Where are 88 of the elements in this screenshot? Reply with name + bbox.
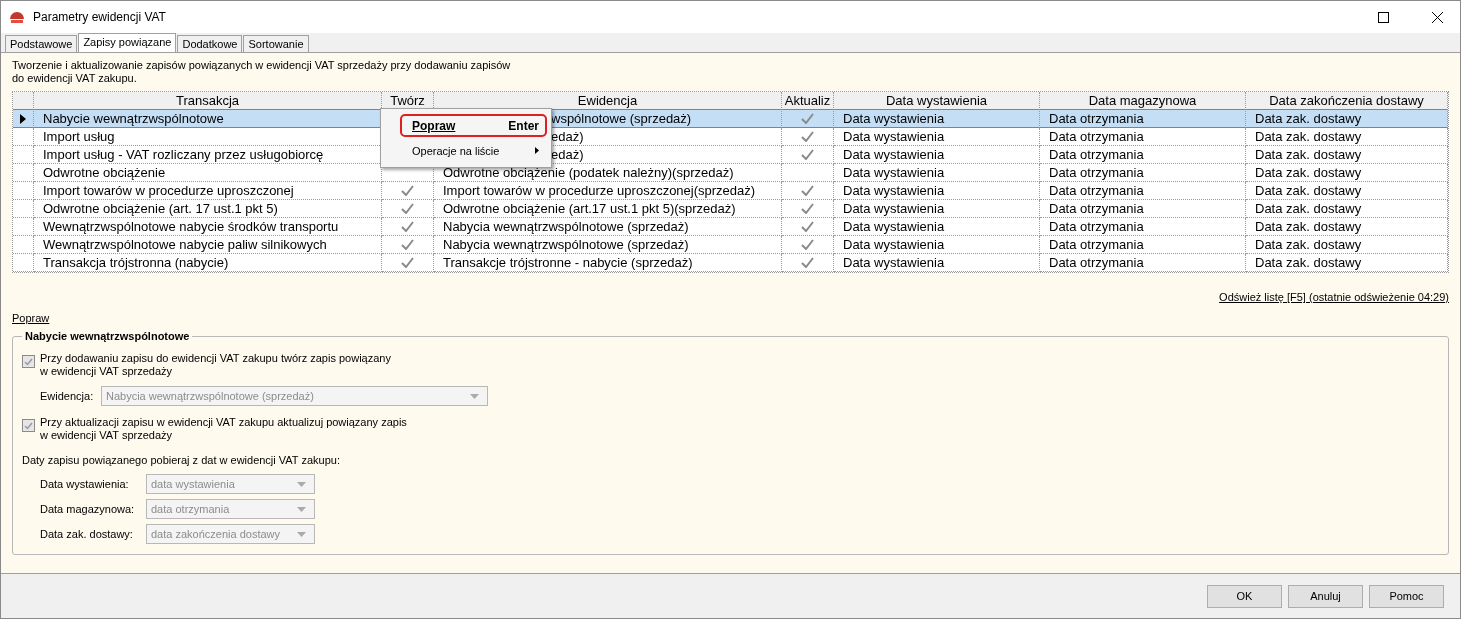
check-icon — [801, 185, 814, 196]
field-label: Data zak. dostawy: — [40, 528, 134, 540]
check-icon — [801, 203, 814, 214]
table-cell: Wewnątrzwspólnotowe nabycie paliw silnikowych — [34, 236, 382, 254]
field-label: Ewidencja: — [40, 390, 95, 402]
edit-link[interactable]: Popraw — [12, 312, 50, 324]
row-indicator[interactable] — [13, 109, 34, 128]
field-label: Data wystawienia: — [40, 478, 130, 490]
window-title: Parametry ewidencji VAT — [33, 10, 167, 24]
dropdown-arrow-icon — [297, 481, 306, 487]
column-header: Data zakończenia dostawy — [1246, 92, 1448, 110]
table-cell: Nabycia wewnątrzwspólnotowe (sprzedaż) — [434, 218, 782, 236]
table-cell: Nabycia wewnątrzwspólnotowe (sprzedaż) — [434, 236, 782, 254]
table-cell: Data zak. dostawy — [1246, 236, 1448, 254]
column-header: Data magazynowa — [1040, 92, 1246, 110]
table-cell: Nabycie wewnątrzwspólnotowe — [34, 109, 382, 128]
dates-caption: Daty zapisu powiązanego pobieraj z dat w ewidencji VAT zakupu: — [22, 454, 341, 466]
table-cell: Data otrzymania — [1040, 128, 1246, 146]
check-icon — [401, 221, 414, 232]
checkbox-label: Przy aktualizacji zapisu w ewidencji VAT zakupu aktualizuj powiązany zapis w ewidencji VAT sprzedaży — [40, 416, 407, 442]
dropdown-arrow-icon — [297, 531, 306, 537]
table-cell: Data wystawienia — [834, 128, 1040, 146]
column-header: Aktualiz — [782, 92, 834, 110]
table-cell: Data otrzymania — [1040, 236, 1246, 254]
tab[interactable]: Zapisy powiązane — [78, 33, 177, 52]
table-cell: Import towarów w procedurze uproszczonej — [34, 182, 382, 200]
tab[interactable]: Sortowanie — [243, 35, 309, 52]
refresh-link[interactable]: Odśwież listę [F5] (ostatnie odświeżenie 04:29) — [1219, 291, 1449, 303]
table-cell: Data zak. dostawy — [1246, 254, 1448, 272]
column-header: Transakcja — [34, 92, 382, 110]
table-cell: Data zak. dostawy — [1246, 109, 1448, 128]
close-icon — [1431, 11, 1443, 23]
group-title: Nabycie wewnątrzwspólnotowe — [24, 330, 191, 342]
table-cell: Data zak. dostawy — [1246, 128, 1448, 146]
check-icon — [401, 239, 414, 250]
checkbox[interactable] — [22, 355, 35, 368]
table-cell: Data otrzymania — [1040, 164, 1246, 182]
dialog-button[interactable]: OK — [1207, 584, 1282, 608]
dropdown-arrow-icon — [470, 393, 479, 399]
tab[interactable]: Dodatkowe — [177, 35, 243, 52]
table-cell: Data wystawienia — [834, 254, 1040, 272]
check-icon — [801, 239, 814, 250]
table-cell: Transakcja trójstronna (nabycie) — [34, 254, 382, 272]
check-icon — [801, 149, 814, 160]
table-cell: Data zak. dostawy — [1246, 146, 1448, 164]
check-icon — [801, 221, 814, 232]
table-cell: Data wystawienia — [834, 164, 1040, 182]
tab[interactable]: Podstawowe — [5, 35, 78, 52]
table-cell: Data wystawienia — [834, 182, 1040, 200]
app-logo-icon — [9, 10, 25, 24]
check-icon — [401, 257, 414, 268]
table-cell: Data zak. dostawy — [1246, 182, 1448, 200]
check-icon — [801, 113, 814, 124]
table-cell: Data otrzymania — [1040, 254, 1246, 272]
table-cell: Transakcje trójstronne - nabycie (sprzedaż) — [434, 254, 782, 272]
field-label: Data magazynowa: — [40, 503, 136, 515]
table-cell: Data otrzymania — [1040, 109, 1246, 128]
table-cell: Data wystawienia — [834, 236, 1040, 254]
table-cell: Data otrzymania — [1040, 218, 1246, 236]
column-header: Data wystawienia — [834, 92, 1040, 110]
table-cell: Data wystawienia — [834, 109, 1040, 128]
check-icon — [801, 131, 814, 142]
dialog-button[interactable]: Pomoc — [1369, 584, 1444, 608]
table-cell: Data otrzymania — [1040, 182, 1246, 200]
dropdown-arrow-icon — [297, 506, 306, 512]
check-icon — [401, 185, 414, 196]
check-icon — [401, 203, 414, 214]
table-cell: Data zak. dostawy — [1246, 218, 1448, 236]
table-cell: Data zak. dostawy — [1246, 200, 1448, 218]
table-cell: Data wystawienia — [834, 200, 1040, 218]
table-cell: Odwrotne obciążenie (art.17 ust.1 pkt 5)(sprzedaż) — [434, 200, 782, 218]
description-text: Tworzenie i aktualizowanie zapisów powiązanych w ewidencji VAT sprzedaży przy dodawaniu zapisów do ewidencji VAT zakupu. — [12, 59, 512, 85]
check-icon — [801, 257, 814, 268]
row-pointer-icon — [20, 113, 26, 124]
table-cell: Data wystawienia — [834, 146, 1040, 164]
table-cell: Data zak. dostawy — [1246, 164, 1448, 182]
table-cell: Data otrzymania — [1040, 200, 1246, 218]
table-cell: Data otrzymania — [1040, 146, 1246, 164]
maximize-icon — [1377, 11, 1389, 23]
column-header: Ewidencja — [434, 92, 782, 110]
checkbox[interactable] — [22, 419, 35, 432]
table-cell: Odwrotne obciążenie (art. 17 ust.1 pkt 5) — [34, 200, 382, 218]
table-cell: Import towarów w procedurze uproszczonej(sprzedaż) — [434, 182, 782, 200]
table-cell: Data wystawienia — [834, 218, 1040, 236]
table-cell: Wewnątrzwspólnotowe nabycie środków transportu — [34, 218, 382, 236]
dialog-button[interactable]: Anuluj — [1288, 584, 1363, 608]
table-cell: Odwrotne obciążenie (podatek należny)(sprzedaż) — [434, 164, 782, 182]
checkbox-label: Przy dodawaniu zapisu do ewidencji VAT zakupu twórz zapis powiązany w ewidencji VAT sprzedaży — [40, 352, 391, 378]
